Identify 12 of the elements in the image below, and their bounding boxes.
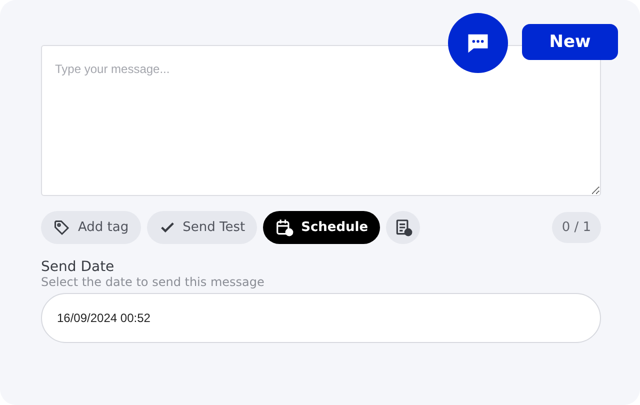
character-counter: 0 / 1 bbox=[552, 212, 601, 243]
send-date-hint: Select the date to send this message bbox=[41, 275, 266, 289]
toolbar-button[interactable]: Send Test bbox=[146, 211, 258, 244]
toolbar-button[interactable]: Add tag bbox=[41, 211, 141, 244]
calendar-clock-icon bbox=[275, 218, 294, 237]
tag-icon bbox=[53, 218, 71, 236]
toolbar-button[interactable]: Schedule bbox=[263, 211, 380, 244]
send-date-label: Send Date bbox=[41, 259, 116, 275]
send-date-field[interactable]: 16/09/2024 00:52 bbox=[41, 293, 601, 343]
new-button[interactable]: New bbox=[522, 24, 618, 60]
toolbar-button[interactable] bbox=[386, 211, 420, 244]
document-clock-icon bbox=[394, 218, 413, 237]
